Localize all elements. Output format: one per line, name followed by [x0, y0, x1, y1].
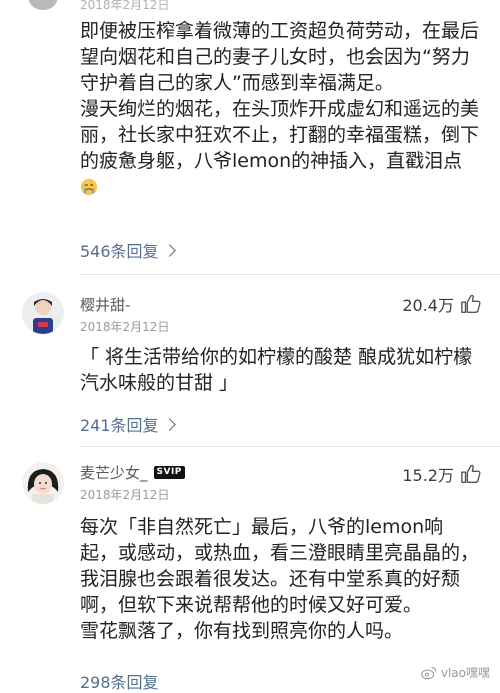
reply-count: 546条回复 [80, 242, 159, 261]
watermark-text: vlao嘿嘿 [440, 666, 490, 680]
username-text: 麦芒少女_ [80, 464, 148, 482]
svip-badge: SVIP [153, 466, 185, 479]
avatar[interactable] [22, 462, 64, 504]
username[interactable]: 麦芒少女_ SVIP [80, 462, 185, 483]
divider [80, 274, 500, 275]
view-replies-link[interactable]: 241条回复 [80, 412, 176, 436]
comment-date: 2018年2月12日 [80, 488, 170, 502]
view-replies-link[interactable]: 546条回复 [80, 238, 176, 262]
comment-date: 2018年2月12日 [80, 320, 170, 334]
reply-count: 241条回复 [80, 416, 159, 435]
like-count: 20.4万 [402, 296, 454, 315]
watermark: vlao嘿嘿 [420, 664, 490, 681]
comment-text: 「 将生活带给你的如柠檬的酸楚 酿成犹如柠檬汽水味般的甘甜 」 [80, 346, 473, 394]
comment-1-body: 即便被压榨拿着微薄的工资超负荷劳动，在最后望向烟花和自己的妻子儿女时，也会因为“… [80, 18, 480, 200]
like-button[interactable]: 15.2万 [402, 462, 482, 486]
comment-text: 即便被压榨拿着微薄的工资超负荷劳动，在最后望向烟花和自己的妻子儿女时，也会因为“… [80, 20, 480, 172]
avatar[interactable] [22, 292, 64, 334]
weibo-icon [420, 666, 437, 679]
thumbs-up-icon [461, 294, 481, 313]
comment-1-header-fragment: 2018年2月12日 [28, 0, 169, 13]
thumbs-up-icon [461, 464, 481, 483]
crying-face-emoji-icon [80, 178, 98, 196]
like-button[interactable]: 20.4万 [402, 292, 482, 316]
comment-2-body: 「 将生活带给你的如柠檬的酸楚 酿成犹如柠檬汽水味般的甘甜 」 [80, 344, 480, 396]
chevron-right-icon [162, 417, 176, 431]
view-replies-link[interactable]: 298条回复 [80, 669, 159, 693]
reply-count: 298条回复 [80, 673, 159, 692]
username-text: 樱井甜- [80, 296, 131, 314]
comment-date: 2018年2月12日 [80, 0, 170, 12]
username[interactable]: 樱井甜- [80, 294, 130, 315]
divider [80, 446, 500, 447]
like-count: 15.2万 [402, 466, 454, 485]
comment-text: 每次「非自然死亡」最后，八爷的lemon响起，或感动，或热血，看三澄眼睛里亮晶晶… [80, 516, 480, 642]
comment-3-body: 每次「非自然死亡」最后，八爷的lemon响起，或感动，或热血，看三澄眼睛里亮晶晶… [80, 514, 480, 644]
chevron-right-icon [162, 243, 176, 257]
avatar[interactable] [28, 0, 58, 10]
